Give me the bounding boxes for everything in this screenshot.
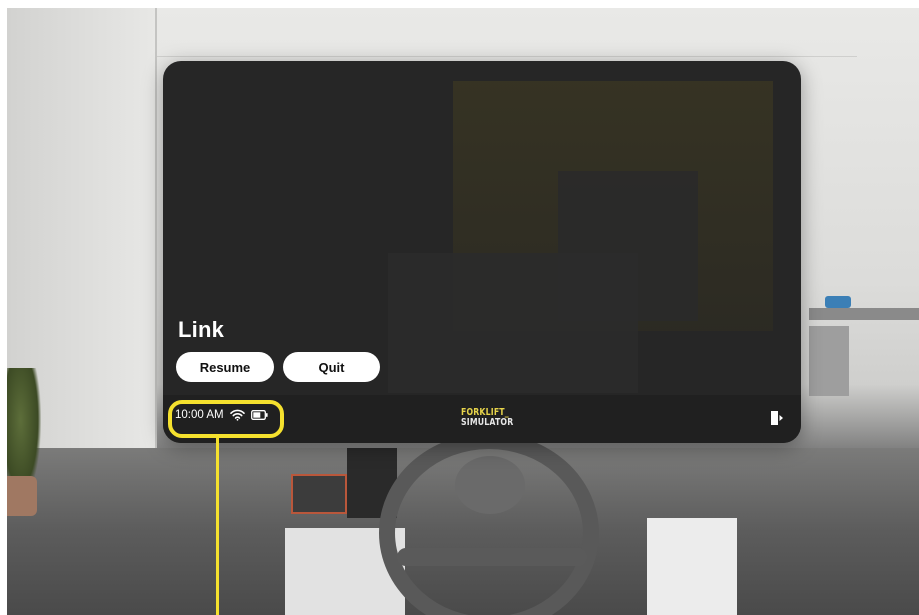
link-menu-panel: Link Resume Quit 10:00 AM FORKLIFT_ SIMU… [163, 61, 801, 443]
cabinet [809, 326, 849, 396]
blue-object [825, 296, 851, 308]
status-highlight-pointer [216, 438, 219, 615]
forklift-simulator-logo: FORKLIFT_ SIMULATOR [461, 408, 514, 428]
wall-edge [155, 8, 157, 478]
steering-wheel-hub [455, 456, 525, 514]
steering-wheel-spoke [397, 548, 587, 566]
ceiling-line [157, 56, 857, 57]
quit-button[interactable]: Quit [283, 352, 380, 382]
shelf [809, 308, 919, 320]
logo-line-2: SIMULATOR [461, 417, 514, 428]
pedal [291, 474, 347, 514]
panel-title: Link [178, 317, 225, 342]
app-preview-lower [388, 253, 638, 393]
exit-icon[interactable] [770, 410, 784, 426]
plant-pot [7, 476, 37, 516]
status-highlight-ring [168, 400, 284, 438]
simulator-frame-right [647, 518, 737, 615]
resume-button[interactable]: Resume [176, 352, 274, 382]
